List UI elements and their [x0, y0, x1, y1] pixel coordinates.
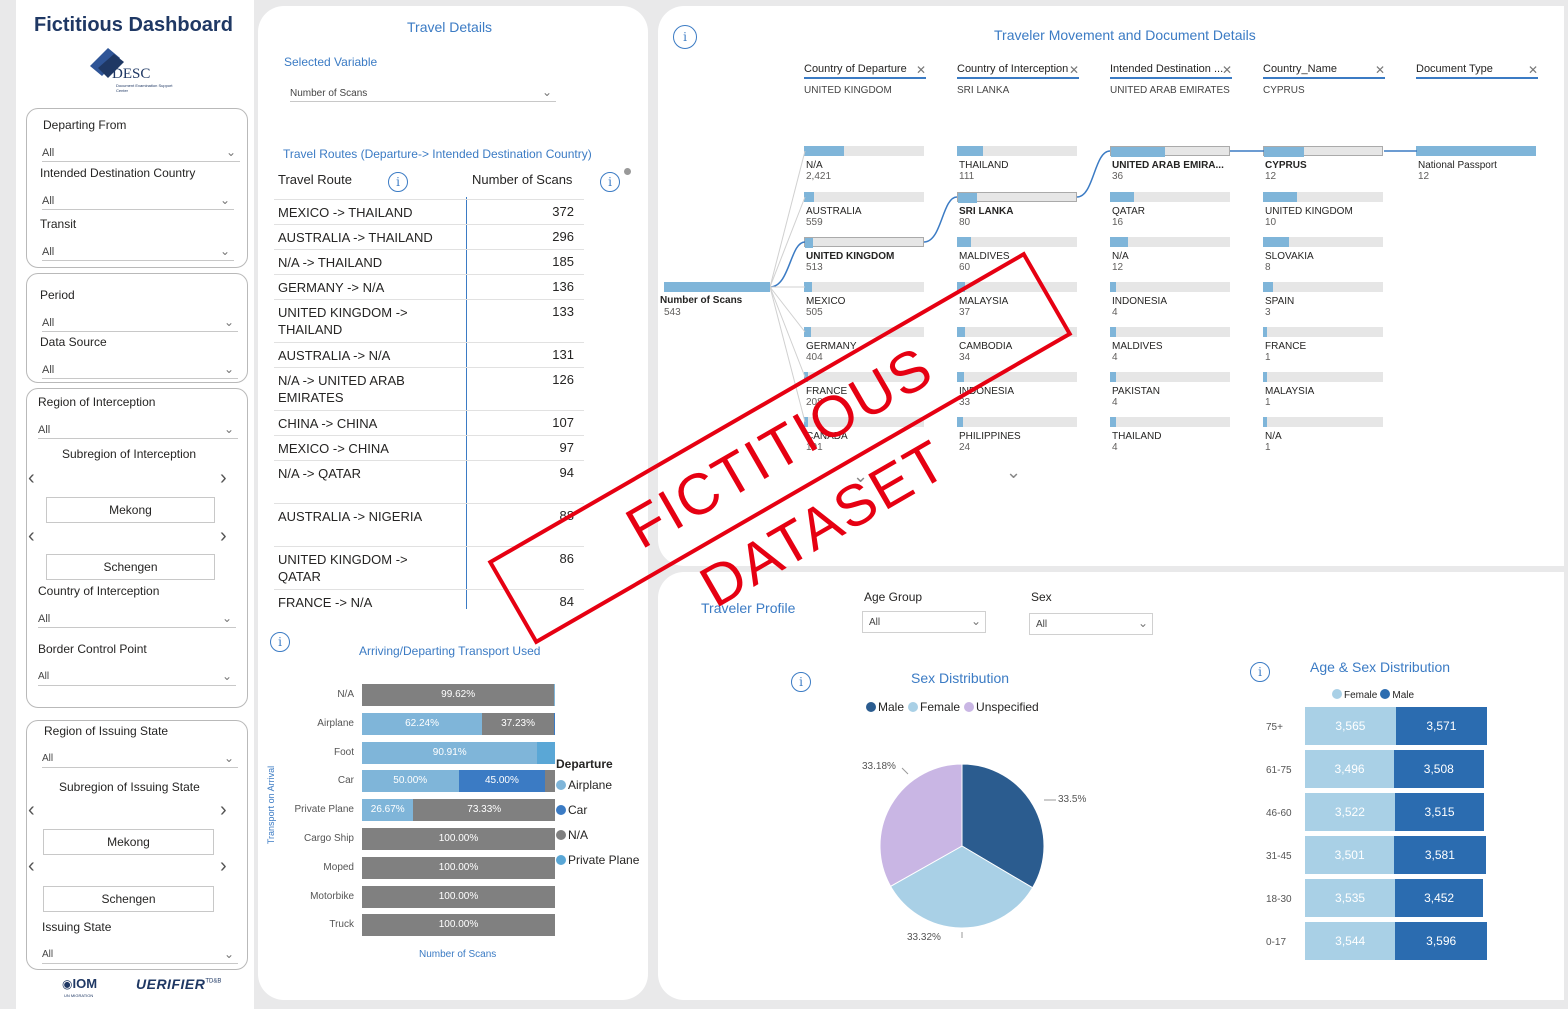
age-group-label: 31-45 [1266, 851, 1292, 862]
male-bar[interactable]: 3,581 [1394, 836, 1486, 874]
tree-root-bar[interactable] [664, 282, 770, 292]
female-bar[interactable]: 3,522 [1305, 793, 1395, 831]
female-bar[interactable]: 3,565 [1305, 707, 1396, 745]
sex-legend-item[interactable]: Male [866, 700, 904, 714]
age-group-label: 0-17 [1266, 937, 1287, 948]
pie-label-male: 33.5% [1058, 794, 1087, 805]
legend-label: Female [920, 700, 961, 714]
legend-label: Male [878, 700, 905, 714]
chevron-down-icon: ⌄ [970, 614, 981, 628]
info-icon[interactable]: i [791, 672, 811, 692]
pie-leader-line [901, 767, 909, 775]
male-bar[interactable]: 3,452 [1395, 879, 1484, 917]
tree-root-label: Number of Scans [660, 295, 743, 306]
female-bar[interactable]: 3,501 [1305, 836, 1395, 874]
legend-label: Unspecified [976, 700, 1039, 714]
age-sex-title: Age & Sex Distribution [1310, 659, 1451, 675]
female-bar[interactable]: 3,535 [1305, 879, 1396, 917]
age-group-value: All [869, 617, 881, 628]
age-group-label: 75+ [1266, 722, 1283, 733]
legend-dot [1380, 689, 1391, 699]
tree-link [1076, 150, 1111, 198]
legend-dot [866, 702, 876, 712]
tree-link-faint [769, 286, 806, 333]
pie-label-female: 33.32% [907, 932, 941, 943]
age-group-label: Age Group [864, 590, 923, 604]
sex-value: All [1036, 619, 1048, 630]
female-bar[interactable]: 3,544 [1305, 922, 1396, 960]
sex-distribution-title: Sex Distribution [911, 670, 1010, 686]
legend-dot [964, 702, 975, 712]
age-group-label: 46-60 [1266, 808, 1292, 819]
legend-label: Male [1392, 690, 1415, 701]
male-bar[interactable]: 3,508 [1394, 750, 1484, 788]
sex-select[interactable]: All ⌄ [1029, 613, 1153, 635]
female-bar[interactable]: 3,496 [1305, 750, 1395, 788]
legend-dot [908, 702, 919, 712]
info-icon[interactable]: i [1250, 662, 1270, 682]
tree-link [923, 196, 958, 243]
age-group-label: 61-75 [1266, 765, 1292, 776]
age-group-label: 18-30 [1266, 894, 1292, 905]
male-bar[interactable]: 3,515 [1394, 793, 1485, 831]
legend-dot [1332, 689, 1342, 699]
male-bar[interactable]: 3,596 [1395, 922, 1487, 960]
tree-link-faint [769, 196, 806, 288]
age-sex-legend-item[interactable]: Female [1332, 689, 1378, 701]
age-group-select[interactable]: All ⌄ [862, 611, 986, 633]
chevron-down-icon[interactable]: ⌄ [1006, 462, 1021, 483]
legend-label: Female [1344, 690, 1378, 701]
sex-legend-item[interactable]: Female [908, 700, 960, 714]
age-sex-legend: Female Male [1332, 689, 1417, 701]
sex-label: Sex [1031, 590, 1052, 604]
pie-label-unspecified: 33.18% [862, 761, 896, 772]
tree-link-faint [769, 150, 806, 288]
tree-link-faint [769, 286, 806, 378]
chevron-down-icon: ⌄ [1137, 616, 1148, 630]
male-bar[interactable]: 3,571 [1395, 707, 1487, 745]
sex-legend-item[interactable]: Unspecified [964, 700, 1039, 714]
sex-legend: Male Female Unspecified [866, 700, 1043, 714]
age-sex-legend-item[interactable]: Male [1380, 689, 1415, 701]
tree-root-value: 543 [664, 307, 681, 318]
tree-link [769, 241, 806, 288]
